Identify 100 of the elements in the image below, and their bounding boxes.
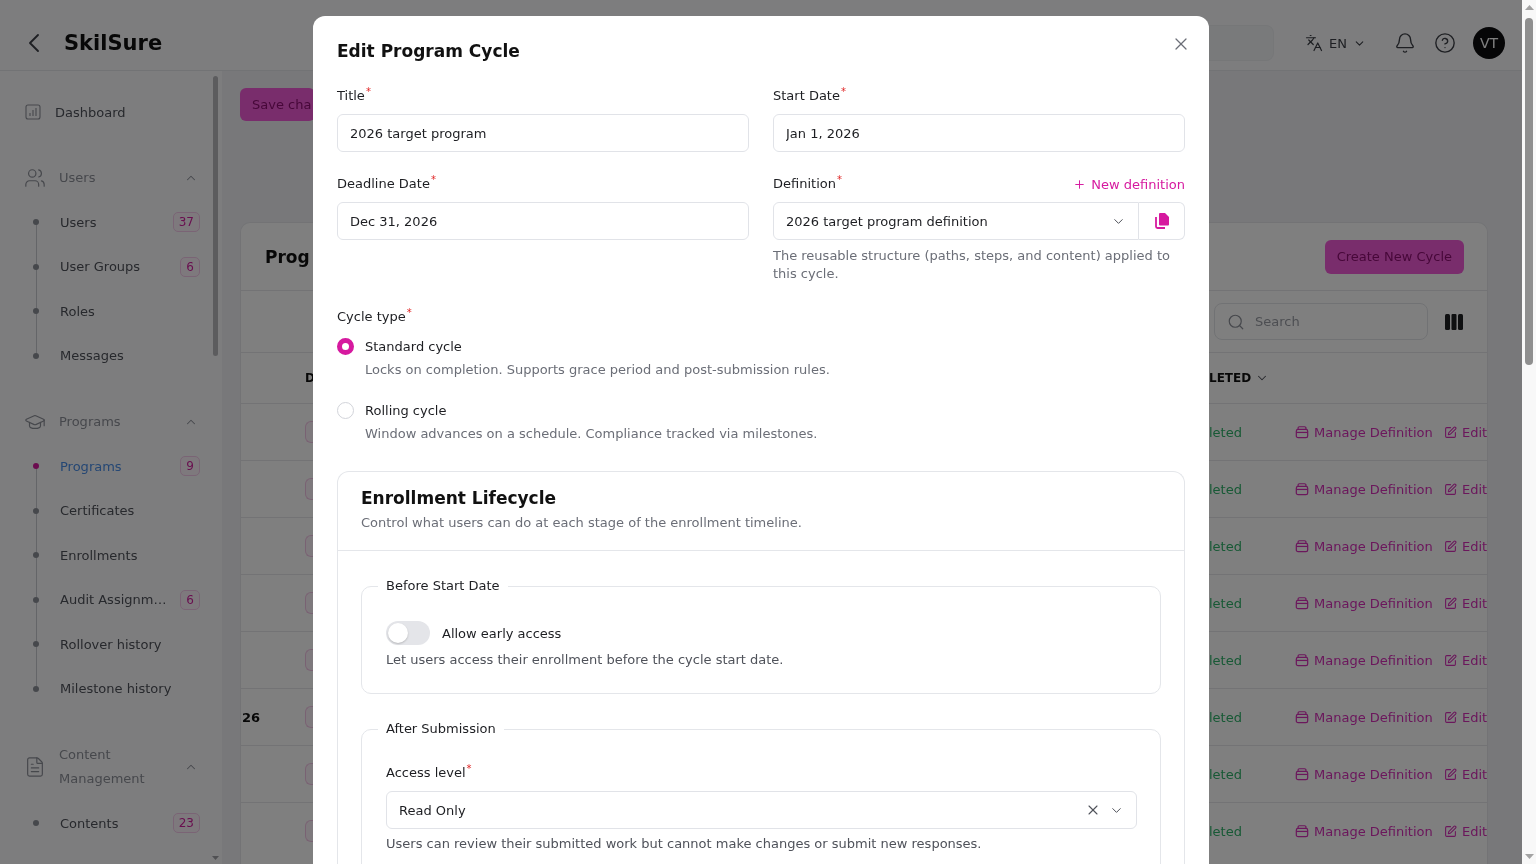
status-text: leted [1209,766,1242,782]
nav-item[interactable]: Audit Assignm… 6 [24,577,200,622]
manage-definition-link[interactable]: Manage Definition [1295,595,1433,611]
bar-chart-icon [25,104,41,120]
nav-item[interactable]: Programs 9 [24,444,200,489]
edit-link[interactable]: Edit [1444,538,1488,554]
count-badge: 23 [172,813,200,834]
edit-icon [1444,767,1457,781]
status-text: leted [1209,652,1242,668]
dot-icon [33,263,39,270]
column-header: LETED [1209,371,1252,385]
status-text: leted [1209,424,1242,440]
edit-icon [1444,539,1457,553]
field-label: Deadline Date$^{*}$ [337,175,436,193]
plus-icon [1073,177,1087,191]
bell-icon[interactable] [1394,32,1416,54]
manage-definition-link[interactable]: Manage Definition [1295,709,1433,725]
dot-icon [33,219,39,226]
nav-item[interactable]: User Groups 6 [24,244,200,289]
edit-icon [1444,596,1457,610]
nav-item[interactable]: Messages [24,333,200,378]
scroll-up-icon[interactable] [1524,5,1534,10]
count-badge: 37 [172,212,200,233]
option-description: Locks on completion. Supports grace period and post-submission rules. [364,361,831,379]
copy-button[interactable] [1139,202,1185,240]
columns-icon[interactable] [1445,313,1463,330]
tray-icon [1295,653,1309,667]
edit-icon [1444,425,1457,439]
manage-definition-link[interactable]: Manage Definition [1295,424,1433,440]
dot-icon [33,463,39,470]
edit-link[interactable]: Edit [1444,424,1488,440]
section-subtitle: Control what users can do at each stage of the enrollment timeline. [361,514,803,532]
tray-icon [1295,824,1309,838]
toggle-switch[interactable] [386,621,430,645]
language-selector[interactable]: EN [1305,34,1366,52]
status-text: leted [1209,538,1242,554]
section-title: Enrollment Lifecycle [361,487,557,510]
edit-icon [1444,710,1457,724]
radio-icon[interactable] [337,337,354,355]
document-icon [24,756,46,778]
edit-link[interactable]: Edit [1444,652,1488,668]
app-title: SkilSure [64,31,163,55]
edit-link[interactable]: Edit [1444,709,1488,725]
manage-definition-link[interactable]: Manage Definition [1295,766,1433,782]
manage-definition-link[interactable]: Manage Definition [1295,481,1433,497]
tray-icon [1295,482,1309,496]
status-text: leted [1209,823,1242,839]
dot-icon [33,820,39,827]
status-text: leted [1209,709,1242,725]
radio-option[interactable]: Standard cycle [337,335,462,357]
count-badge: 6 [180,256,200,277]
nav-item[interactable]: Certificates [24,488,200,533]
users-icon [24,167,46,189]
scrollbar-thumb[interactable] [213,76,218,356]
count-badge: 6 [180,589,200,610]
scroll-down-icon[interactable] [212,856,219,860]
scrollbar-thumb[interactable] [1525,18,1533,365]
access-level-select[interactable]: Read Only [386,791,1137,829]
dialog-title: Edit Program Cycle [337,40,520,63]
search-icon [1227,312,1245,331]
nav-item[interactable]: Rollover history [24,622,200,667]
manage-definition-link[interactable]: Manage Definition [1295,652,1433,668]
field-label: Access level$^{*}$ [386,764,472,782]
card-title: Prog [265,246,310,267]
nav-item[interactable]: Enrollments [24,533,200,578]
nav-link[interactable]: Dashboard [24,90,200,134]
manage-definition-link[interactable]: Manage Definition [1295,538,1433,554]
group-description: Let users access their enrollment before the cycle start date. [386,651,785,669]
manage-definition-link[interactable]: Manage Definition [1295,823,1433,839]
dot-icon [33,596,39,603]
radio-option[interactable]: Rolling cycle [337,399,447,421]
edit-icon [1444,482,1457,496]
date-input[interactable]: Dec 31, 2026 [337,202,749,240]
count-badge: 9 [180,456,200,477]
nav-item[interactable]: Users 37 [24,200,200,245]
help-icon[interactable] [1434,32,1456,54]
option-description: Window advances on a schedule. Compliance tracked via milestones. [364,425,819,443]
dot-icon [33,507,39,514]
dot-icon [33,685,39,692]
definition-select[interactable]: 2026 target program definition [773,202,1139,240]
edit-link[interactable]: Edit [1444,595,1488,611]
translate-icon [1305,34,1324,52]
scroll-down-icon[interactable] [1524,854,1534,859]
tray-icon [1295,596,1309,610]
table-cell: 26 [241,709,261,725]
nav-item[interactable]: Roles [24,289,200,334]
nav-item[interactable]: Contents 23 [24,801,200,846]
edit-link[interactable]: Edit [1444,823,1488,839]
nav-item[interactable]: Milestone history [24,666,200,711]
edit-link[interactable]: Edit [1444,481,1488,497]
edit-link[interactable]: Edit [1444,766,1488,782]
date-input[interactable]: Jan 1, 2026 [773,114,1185,152]
user-avatar[interactable]: VT [1473,27,1505,59]
new-definition-link[interactable]: New definition [1073,176,1185,192]
tray-icon [1295,425,1309,439]
text-input[interactable]: 2026 target program [337,114,749,152]
status-text: leted [1209,595,1242,611]
search-field[interactable] [1208,25,1275,61]
field-label: Title$^{*}$ [337,87,371,105]
dot-icon [33,308,39,315]
